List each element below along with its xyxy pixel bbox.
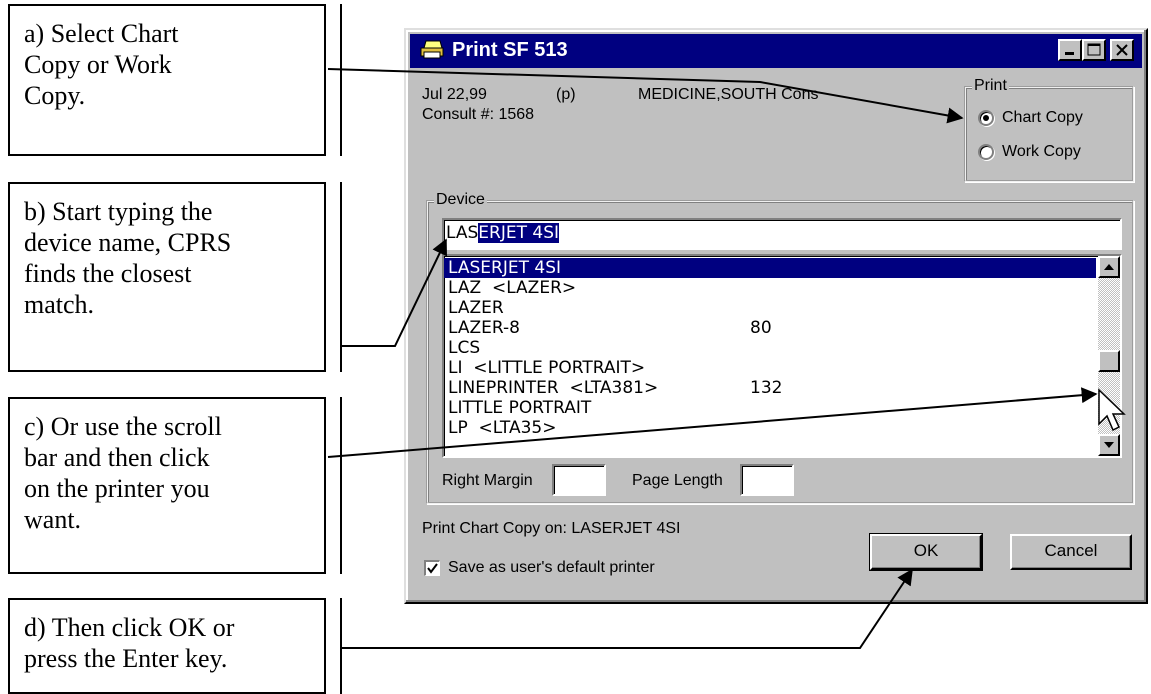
consult-date: Jul 22,99 bbox=[422, 86, 487, 103]
ok-button[interactable]: OK bbox=[869, 533, 983, 571]
callout-b-text: b) Start typing the device name, CPRS fi… bbox=[24, 197, 232, 319]
callout-scroll: c) Or use the scroll bar and then click … bbox=[8, 397, 326, 574]
list-item[interactable]: LAZ <LAZER> bbox=[444, 278, 1120, 298]
list-item[interactable]: LP <LTA35> bbox=[444, 418, 1120, 438]
print-group: Print Chart Copy Work Copy bbox=[964, 77, 1134, 182]
list-item-name: LCS bbox=[448, 338, 481, 358]
list-item-name: LITTLE PORTRAIT bbox=[448, 398, 592, 418]
device-input-typed: LAS bbox=[446, 223, 479, 243]
consult-service: MEDICINE,SOUTH Cons bbox=[638, 86, 819, 103]
list-item-name: LAZER-8 bbox=[448, 318, 520, 338]
callout-select-copy: a) Select Chart Copy or Work Copy. bbox=[8, 4, 326, 156]
printer-icon bbox=[420, 40, 444, 60]
maximize-icon bbox=[1087, 43, 1101, 56]
list-item[interactable]: LAZER-8 80 bbox=[444, 318, 1120, 338]
list-item[interactable]: LAZER bbox=[444, 298, 1120, 318]
callout-c-text: c) Or use the scroll bar and then click … bbox=[24, 412, 222, 534]
radio-button[interactable] bbox=[978, 144, 994, 160]
arrow-down-icon bbox=[1104, 442, 1114, 448]
save-default-label: Save as user's default printer bbox=[448, 559, 655, 576]
list-item-value: 80 bbox=[750, 318, 772, 338]
right-margin-label: Right Margin bbox=[442, 472, 533, 489]
right-margin-input[interactable] bbox=[552, 464, 606, 496]
list-item[interactable]: LCS bbox=[444, 338, 1120, 358]
list-item[interactable]: LITTLE PORTRAIT bbox=[444, 398, 1120, 418]
callout-ok: d) Then click OK or press the Enter key. bbox=[8, 598, 326, 694]
list-item-name: LINEPRINTER <LTA381> bbox=[448, 378, 659, 398]
list-item-name: LAZER bbox=[448, 298, 504, 318]
list-item[interactable]: LASERJET 4SI bbox=[444, 258, 1096, 278]
radio-button[interactable] bbox=[978, 110, 994, 126]
consult-flag: (p) bbox=[556, 86, 576, 103]
list-item-name: LP <LTA35> bbox=[448, 418, 557, 438]
close-icon bbox=[1116, 44, 1128, 56]
list-item-value: 132 bbox=[750, 378, 783, 398]
arrow-up-icon bbox=[1104, 264, 1114, 270]
checkmark-icon bbox=[427, 563, 438, 574]
chart-copy-radio[interactable]: Chart Copy bbox=[978, 106, 1083, 130]
callout-d-bar bbox=[340, 598, 342, 694]
cancel-button[interactable]: Cancel bbox=[1010, 534, 1132, 570]
callout-b-bar bbox=[340, 182, 342, 372]
device-group: Device LASERJET 4SI LASERJET 4SI LAZ <LA… bbox=[426, 191, 1134, 504]
minimize-button[interactable] bbox=[1058, 39, 1082, 61]
callout-type-device: b) Start typing the device name, CPRS fi… bbox=[8, 182, 326, 372]
callout-c-bar bbox=[340, 397, 342, 574]
device-input[interactable]: LASERJET 4SI bbox=[442, 218, 1122, 250]
list-item[interactable]: LI <LITTLE PORTRAIT> bbox=[444, 358, 1120, 378]
title-bar[interactable]: Print SF 513 bbox=[410, 34, 1142, 68]
consult-number: Consult #: 1568 bbox=[422, 106, 535, 123]
minimize-icon bbox=[1065, 52, 1074, 55]
device-group-label: Device bbox=[434, 191, 487, 209]
work-copy-radio[interactable]: Work Copy bbox=[978, 140, 1081, 164]
page-length-input[interactable] bbox=[740, 464, 794, 496]
close-button[interactable] bbox=[1110, 39, 1134, 61]
list-item[interactable]: LINEPRINTER <LTA381> 132 bbox=[444, 378, 1120, 398]
save-default-checkbox[interactable] bbox=[424, 560, 440, 576]
page-length-label: Page Length bbox=[632, 472, 723, 489]
print-group-label: Print bbox=[972, 77, 1009, 95]
print-sf513-dialog: Print SF 513 Jul 22,99 (p) MEDICINE,SOUT… bbox=[404, 28, 1148, 604]
callout-a-bar bbox=[340, 4, 342, 156]
list-item-name: LI <LITTLE PORTRAIT> bbox=[448, 358, 646, 378]
list-item-name: LASERJET 4SI bbox=[448, 258, 561, 278]
scroll-up-button[interactable] bbox=[1098, 256, 1120, 278]
callout-d-text: d) Then click OK or press the Enter key. bbox=[24, 613, 235, 673]
list-item-name: LAZ <LAZER> bbox=[448, 278, 577, 298]
chart-copy-label: Chart Copy bbox=[1002, 109, 1083, 126]
maximize-button[interactable] bbox=[1082, 39, 1106, 61]
work-copy-label: Work Copy bbox=[1002, 143, 1081, 160]
callout-a-text: a) Select Chart Copy or Work Copy. bbox=[24, 19, 179, 110]
device-list[interactable]: LASERJET 4SI LAZ <LAZER> LAZER LAZER-8 80… bbox=[442, 254, 1122, 458]
scroll-thumb[interactable] bbox=[1098, 350, 1120, 372]
vertical-scrollbar[interactable] bbox=[1098, 256, 1120, 456]
device-input-completion: ERJET 4SI bbox=[478, 223, 560, 243]
scroll-down-button[interactable] bbox=[1098, 434, 1120, 456]
dialog-title: Print SF 513 bbox=[452, 39, 568, 61]
print-status: Print Chart Copy on: LASERJET 4SI bbox=[422, 520, 681, 537]
